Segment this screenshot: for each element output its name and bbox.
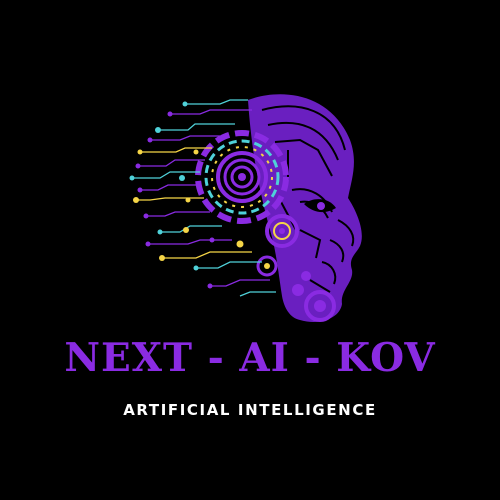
- robot-head-circuit-icon: [129, 94, 362, 323]
- robot-head: [248, 94, 362, 323]
- brand-subtitle: ARTIFICIAL INTELLIGENCE: [123, 401, 377, 419]
- brand-title: NEXT - AI - KOV: [64, 335, 436, 381]
